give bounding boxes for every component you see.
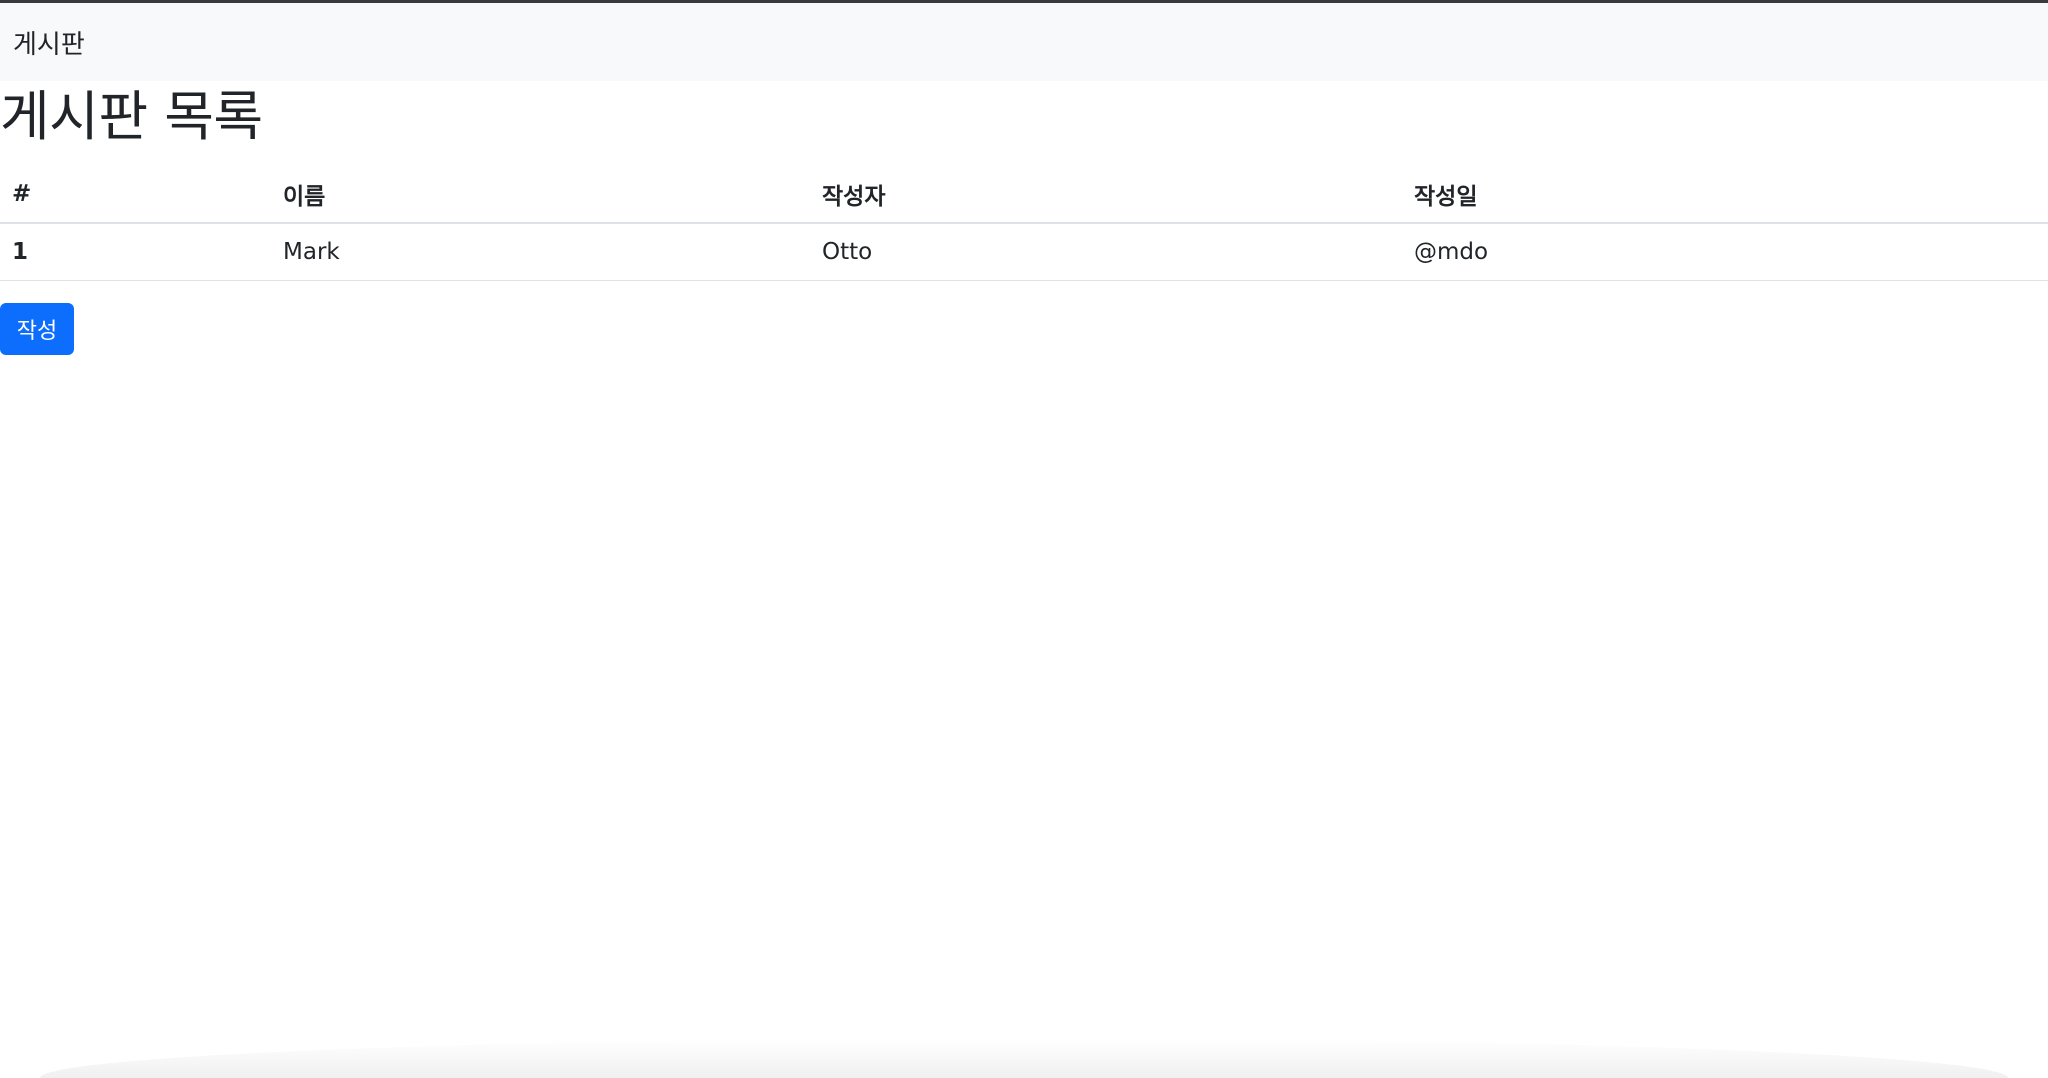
table-header-row: # 이름 작성자 작성일: [0, 165, 2048, 224]
cell-number: 1: [0, 223, 271, 281]
table-body: 1 Mark Otto @mdo: [0, 223, 2048, 281]
column-header-date: 작성일: [1402, 165, 2048, 224]
main-content: 게시판 목록 # 이름 작성자 작성일 1 Mark Otto @mdo 작성: [0, 83, 2048, 355]
table-header: # 이름 작성자 작성일: [0, 165, 2048, 224]
column-header-number: #: [0, 165, 271, 224]
navbar-brand-link[interactable]: 게시판: [13, 24, 85, 61]
cell-date: @mdo: [1402, 223, 2048, 281]
cell-author: Otto: [810, 223, 1402, 281]
cell-name: Mark: [271, 223, 810, 281]
column-header-author: 작성자: [810, 165, 1402, 224]
page-title: 게시판 목록: [0, 85, 263, 148]
write-button[interactable]: 작성: [0, 302, 74, 355]
navbar: 게시판: [0, 3, 2048, 81]
board-table: # 이름 작성자 작성일 1 Mark Otto @mdo: [0, 165, 2048, 281]
table-row[interactable]: 1 Mark Otto @mdo: [0, 223, 2048, 281]
column-header-name: 이름: [271, 165, 810, 224]
window-bottom-shadow: [40, 1038, 2008, 1078]
